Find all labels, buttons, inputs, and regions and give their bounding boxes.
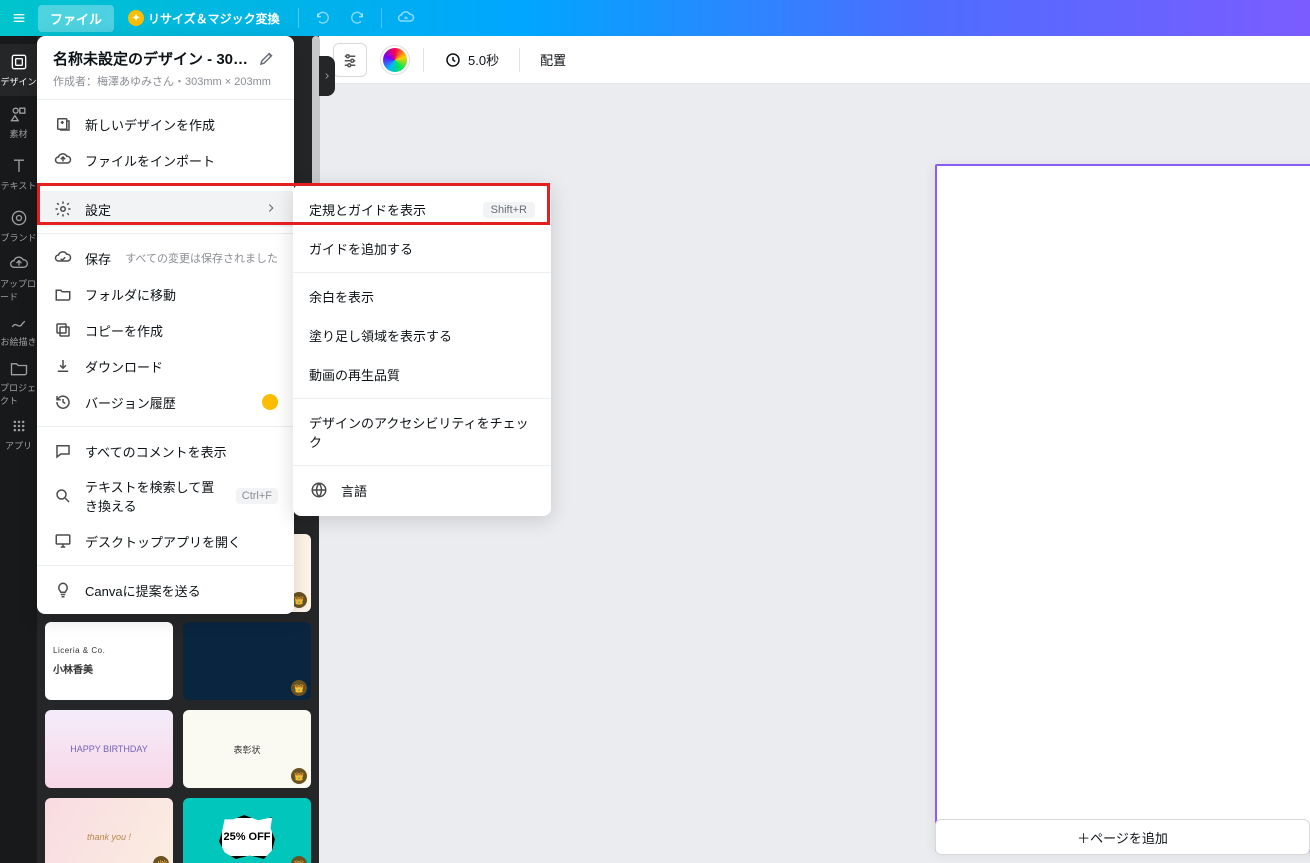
menu-import[interactable]: ファイルをインポート — [37, 142, 294, 178]
copy-icon — [53, 320, 73, 340]
submenu-quality[interactable]: 動画の再生品質 — [293, 355, 551, 394]
pro-badge-icon: 👑 — [291, 856, 307, 863]
cloud-check-icon — [53, 248, 73, 268]
position-button[interactable]: 配置 — [534, 46, 572, 73]
file-button[interactable]: ファイル — [38, 5, 114, 32]
menu-desktop-app[interactable]: デスクトップアプリを開く — [37, 523, 294, 559]
shortcut-label: Shift+R — [483, 202, 535, 218]
menu-find-replace[interactable]: テキストを検索して置き換える Ctrl+F — [37, 469, 294, 523]
rail-elements[interactable]: 素材 — [0, 96, 37, 148]
duration-button[interactable]: 5.0秒 — [438, 46, 505, 73]
menu-settings[interactable]: 設定 — [37, 191, 294, 227]
history-icon — [53, 392, 73, 412]
collapse-panel-icon[interactable] — [319, 56, 335, 96]
divider — [293, 398, 551, 399]
cloud-sync-icon[interactable] — [392, 4, 420, 32]
rail-projects[interactable]: プロジェクト — [0, 356, 37, 408]
menu-save[interactable]: 保存 すべての変更は保存されました — [37, 240, 294, 276]
add-page-button[interactable]: ＋ページを追加 — [935, 819, 1310, 855]
crown-icon: ✦ — [128, 10, 144, 26]
rail-text[interactable]: テキスト — [0, 148, 37, 200]
text-icon — [9, 156, 29, 176]
template-card[interactable]: 表彰状👑 — [183, 710, 311, 788]
brand-icon — [9, 208, 29, 228]
submenu-add-guide[interactable]: ガイドを追加する — [293, 229, 551, 268]
folder-icon — [53, 284, 73, 304]
uploads-icon — [9, 254, 29, 274]
globe-icon — [309, 480, 329, 500]
template-panel: 👑 成約しました👑 Liceria & Co.小林香美 👑 HAPPY BIRT… — [37, 36, 319, 863]
submenu-bleed[interactable]: 塗り足し領域を表示する — [293, 316, 551, 355]
design-meta: 作成者：梅澤あゆみさん・303mm × 203mm — [53, 73, 278, 89]
chevron-right-icon — [264, 201, 278, 218]
elements-icon — [9, 104, 29, 124]
left-rail: デザイン 素材 テキスト ブランド アップロード お絵描き プロジェクト アプ — [0, 36, 37, 863]
pro-badge-icon — [262, 394, 278, 410]
color-picker-button[interactable] — [381, 46, 409, 74]
divider — [519, 48, 520, 72]
pro-badge-icon: 👑 — [291, 768, 307, 784]
bulb-icon — [53, 580, 73, 600]
menu-download[interactable]: ダウンロード — [37, 348, 294, 384]
submenu-margin[interactable]: 余白を表示 — [293, 277, 551, 316]
divider — [298, 8, 299, 28]
divider — [293, 272, 551, 273]
resize-magic-button[interactable]: ✦ リサイズ＆マジック変換 — [120, 6, 288, 31]
rail-brand[interactable]: ブランド — [0, 200, 37, 252]
divider — [293, 465, 551, 466]
desktop-icon — [53, 531, 73, 551]
template-card[interactable]: HAPPY BIRTHDAY — [45, 710, 173, 788]
menu-new-design[interactable]: 新しいデザインを作成 — [37, 106, 294, 142]
adjustments-button[interactable] — [333, 43, 367, 77]
apps-icon — [9, 416, 29, 436]
template-card[interactable]: 25% OFF👑 — [183, 798, 311, 863]
redo-icon[interactable] — [343, 4, 371, 32]
undo-icon[interactable] — [309, 4, 337, 32]
import-icon — [53, 150, 73, 170]
edit-title-icon[interactable] — [258, 49, 278, 69]
menu-make-copy[interactable]: コピーを作成 — [37, 312, 294, 348]
template-card[interactable]: Liceria & Co.小林香美 — [45, 622, 173, 700]
rail-apps[interactable]: アプリ — [0, 408, 37, 460]
rail-uploads[interactable]: アップロード — [0, 252, 37, 304]
rail-design[interactable]: デザイン — [0, 44, 37, 96]
projects-icon — [9, 358, 29, 378]
topbar: ファイル ✦ リサイズ＆マジック変換 — [0, 0, 1310, 36]
design-title: 名称未設定のデザイン - 303... — [53, 48, 253, 69]
canvas-toolbar: 5.0秒 配置 — [319, 36, 1310, 84]
draw-icon — [9, 312, 29, 332]
file-dropdown: 名称未設定のデザイン - 303... 作成者：梅澤あゆみさん・303mm × … — [37, 36, 294, 614]
search-icon — [53, 486, 73, 506]
comment-icon — [53, 441, 73, 461]
submenu-accessibility[interactable]: デザインのアクセシビリティをチェック — [293, 403, 551, 461]
menu-suggest[interactable]: Canvaに提案を送る — [37, 572, 294, 608]
divider — [423, 48, 424, 72]
new-design-icon — [53, 114, 73, 134]
download-icon — [53, 356, 73, 376]
template-card[interactable]: thank you !👑 — [45, 798, 173, 863]
submenu-language[interactable]: 言語 — [293, 470, 551, 510]
divider — [381, 8, 382, 28]
gear-icon — [53, 199, 73, 219]
menu-version-history[interactable]: バージョン履歴 — [37, 384, 294, 420]
rail-draw[interactable]: お絵描き — [0, 304, 37, 356]
menu-move-folder[interactable]: フォルダに移動 — [37, 276, 294, 312]
settings-submenu: 定規とガイドを表示 Shift+R ガイドを追加する 余白を表示 塗り足し領域を… — [293, 184, 551, 516]
resize-label: リサイズ＆マジック変換 — [148, 10, 280, 27]
design-icon — [9, 52, 29, 72]
pro-badge-icon: 👑 — [291, 680, 307, 696]
pro-badge-icon: 👑 — [153, 856, 169, 863]
menu-comments[interactable]: すべてのコメントを表示 — [37, 433, 294, 469]
submenu-ruler[interactable]: 定規とガイドを表示 Shift+R — [293, 190, 551, 229]
design-page[interactable] — [935, 164, 1310, 852]
template-card[interactable]: 👑 — [183, 622, 311, 700]
hamburger-menu-icon[interactable] — [6, 5, 32, 31]
